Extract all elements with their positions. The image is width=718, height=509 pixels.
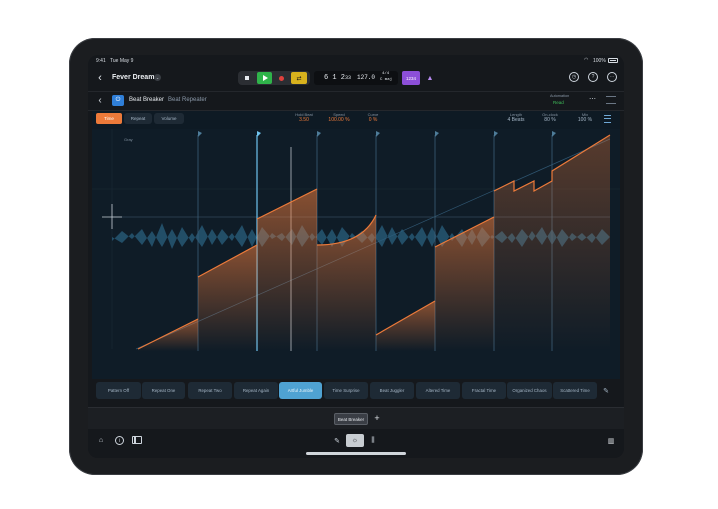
- preset-organized-chaos[interactable]: Organized Chaos: [507, 382, 552, 399]
- plugin-chip[interactable]: Beat Breaker: [334, 413, 368, 425]
- app-screen: 9:41 Tue May 9 ◠ 100% ‹ Fever Dream ⌄ ⇄ …: [88, 55, 624, 458]
- top-bar: ‹ Fever Dream ⌄ ⇄ 6 1 2 33 127.0 4/4 C m…: [88, 67, 624, 91]
- record-button[interactable]: [276, 73, 286, 83]
- lcd-position-sub: 33: [345, 75, 352, 81]
- beat-breaker-panel: Time Repeat Volume Hold Beat 3.50 Speed …: [92, 111, 620, 379]
- param-value: 4 Beats: [507, 117, 525, 123]
- battery-percent: 100%: [593, 58, 606, 64]
- lcd-key: C maj: [380, 78, 393, 82]
- stop-button[interactable]: [242, 73, 252, 83]
- param-mix[interactable]: Mix 100 %: [574, 112, 596, 123]
- param-value: 100 %: [577, 117, 593, 123]
- plugins-view-button[interactable]: ☼: [346, 434, 364, 447]
- graph-corner-label: Gray: [124, 137, 133, 142]
- param-hold-beat[interactable]: Hold Beat 3.50: [292, 112, 316, 123]
- lcd-display[interactable]: 6 1 2 33 127.0 4/4 C maj: [314, 71, 398, 85]
- preset-repeat-two[interactable]: Repeat Two: [188, 382, 232, 399]
- transport-controls: ⇄: [238, 71, 310, 85]
- piano-keyboard-icon[interactable]: ▥: [606, 436, 616, 445]
- metronome-icon[interactable]: ▲: [423, 71, 437, 85]
- param-value: 0 %: [368, 117, 378, 123]
- param-on-clock[interactable]: On-clock 80 %: [538, 112, 562, 123]
- play-icon: [262, 75, 268, 81]
- preset-fractal-time[interactable]: Fractal Time: [462, 382, 506, 399]
- cycle-icon: ⇄: [296, 75, 302, 82]
- automation-value[interactable]: Read: [553, 100, 564, 105]
- automation-label: Automation: [550, 94, 570, 98]
- info-icon[interactable]: i: [115, 436, 124, 445]
- cycle-button[interactable]: ⇄: [291, 72, 307, 84]
- count-in-button[interactable]: 1234: [402, 71, 420, 85]
- browser-icon[interactable]: [132, 436, 142, 444]
- pencil-icon[interactable]: ✎: [600, 386, 612, 396]
- back-icon[interactable]: ‹: [94, 72, 106, 84]
- more-icon[interactable]: ⋯: [607, 72, 617, 82]
- power-icon: ⏻: [115, 97, 121, 103]
- plugin-name: Beat Breaker: [129, 97, 165, 103]
- mixer-icon[interactable]: ⫼: [368, 436, 378, 446]
- list-icon[interactable]: [604, 115, 611, 123]
- status-bar: 9:41 Tue May 9 ◠ 100%: [88, 55, 624, 67]
- param-curve[interactable]: Curve 0 %: [362, 112, 384, 123]
- preset-artful-jumble[interactable]: Artful Jumble: [279, 382, 322, 399]
- power-button[interactable]: ⏻: [112, 95, 124, 106]
- help-icon[interactable]: ?: [588, 72, 598, 82]
- preset-repeat-one[interactable]: Repeat One: [142, 382, 185, 399]
- play-button[interactable]: [257, 72, 272, 84]
- lcd-position: 6 1 2: [324, 74, 346, 82]
- time-graph[interactable]: Gray: [92, 129, 620, 379]
- lcd-time-signature: 4/4: [382, 72, 390, 76]
- preset-beat-juggler[interactable]: Beat Juggler: [370, 382, 414, 399]
- battery-icon: [608, 58, 618, 63]
- tab-time[interactable]: Time: [96, 113, 122, 124]
- param-value: 3.50: [299, 117, 309, 123]
- wifi-icon: ◠: [584, 57, 589, 63]
- plugin-header: ‹ ⏻ Beat Breaker Beat Repeater Automatio…: [88, 91, 624, 111]
- library-icon[interactable]: ⌂: [96, 436, 106, 445]
- plugin-more-icon[interactable]: ⋯: [589, 95, 596, 103]
- plugin-view-icon: ☼: [351, 437, 359, 444]
- home-indicator: [306, 452, 406, 455]
- plugin-chain-bar: Beat Breaker +: [88, 407, 624, 430]
- param-length[interactable]: Length 4 Beats: [502, 112, 530, 123]
- lcd-tempo: 127.0: [357, 74, 376, 81]
- status-time: 9:41: [96, 58, 106, 64]
- preset-time-surprise[interactable]: Time Surprise: [324, 382, 368, 399]
- param-value: 100.00 %: [328, 117, 350, 123]
- preset-pattern-off[interactable]: Pattern Off: [96, 382, 141, 399]
- project-title[interactable]: Fever Dream: [112, 74, 154, 81]
- history-icon[interactable]: ◷: [569, 72, 579, 82]
- plugin-back-icon[interactable]: ‹: [94, 94, 106, 106]
- bottom-toolbar: ⌂ i ✎ ☼ ⫼ ▥: [88, 429, 624, 458]
- status-date: Tue May 9: [110, 58, 134, 64]
- preset-repeat-again[interactable]: Repeat Again: [234, 382, 278, 399]
- param-value: 80 %: [544, 117, 556, 123]
- preset-altered-time[interactable]: Altered Time: [416, 382, 460, 399]
- edit-pencil-icon[interactable]: ✎: [332, 436, 342, 446]
- mode-tabs: Time Repeat Volume: [96, 113, 184, 124]
- tab-volume[interactable]: Volume: [154, 113, 184, 124]
- tab-repeat[interactable]: Repeat: [124, 113, 152, 124]
- param-speed[interactable]: Speed 100.00 %: [324, 112, 354, 123]
- add-plugin-button[interactable]: +: [371, 412, 383, 424]
- chevron-down-icon[interactable]: ⌄: [154, 74, 161, 81]
- resize-handle-icon[interactable]: [606, 96, 616, 104]
- plugin-preset[interactable]: Beat Repeater: [168, 97, 207, 103]
- preset-scattered-time[interactable]: Scattered Time: [553, 382, 597, 399]
